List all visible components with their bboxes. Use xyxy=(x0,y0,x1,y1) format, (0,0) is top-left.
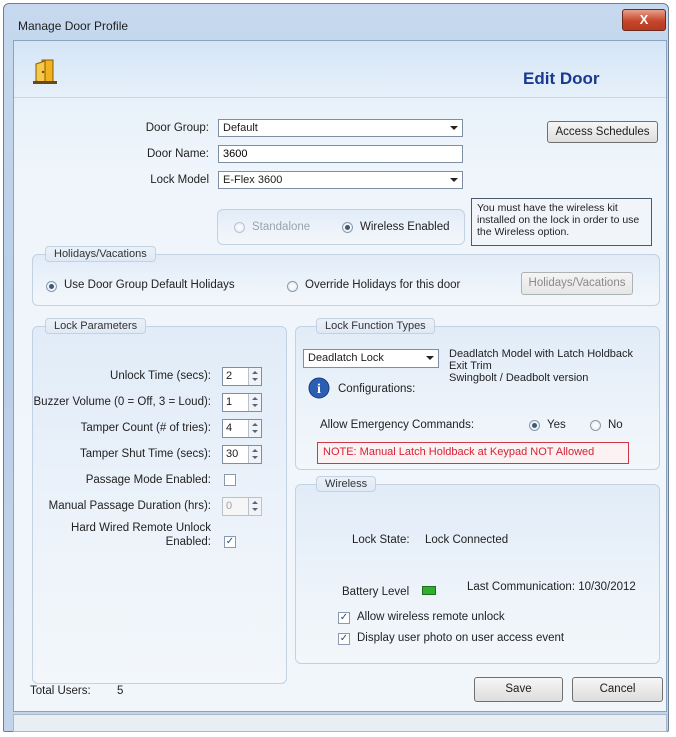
tamper-count-value: 4 xyxy=(226,422,233,434)
lock-parameters-group: Lock Parameters Unlock Time (secs): 2 Bu… xyxy=(32,318,287,684)
header-banner: Edit Door xyxy=(14,41,666,98)
configurations-label: Configurations: xyxy=(338,383,416,395)
emergency-no-radio[interactable] xyxy=(590,420,601,431)
override-holidays-label: Override Holidays for this door xyxy=(305,279,461,291)
passage-mode-label: Passage Mode Enabled: xyxy=(85,474,211,486)
lock-function-select[interactable]: Deadlatch Lock xyxy=(303,349,439,368)
door-name-input[interactable] xyxy=(218,145,463,163)
lock-model-label: Lock Model xyxy=(150,174,209,186)
holidays-vacations-button[interactable]: Holidays/Vacations xyxy=(521,272,633,295)
wireless-title: Wireless xyxy=(316,476,377,492)
unlock-time-value: 2 xyxy=(226,370,233,382)
chevron-down-icon xyxy=(426,356,434,360)
status-bar xyxy=(13,714,667,732)
window-frame: Manage Door Profile X Edit Door Door Gro… xyxy=(3,3,669,732)
tamper-count-label: Tamper Count (# of tries): xyxy=(80,422,211,434)
close-button[interactable]: X xyxy=(622,9,666,31)
emergency-commands-label: Allow Emergency Commands: xyxy=(320,419,475,431)
display-photo-label: Display user photo on user access event xyxy=(357,632,565,644)
display-photo-checkbox[interactable]: ✓ xyxy=(338,633,350,645)
standalone-radio[interactable] xyxy=(234,222,245,233)
manual-passage-duration-stepper[interactable]: 0 xyxy=(222,497,262,516)
total-users-value: 5 xyxy=(117,685,124,697)
door-group-value: Default xyxy=(223,122,258,134)
lock-state-label: Lock State: xyxy=(352,534,410,546)
emergency-yes-label: Yes xyxy=(547,419,566,431)
use-group-holidays-label: Use Door Group Default Holidays xyxy=(64,279,235,291)
cancel-button[interactable]: Cancel xyxy=(572,677,663,702)
tamper-shut-time-value: 30 xyxy=(226,448,239,460)
door-icon xyxy=(33,59,57,84)
holidays-group-title: Holidays/Vacations xyxy=(45,246,156,262)
spin-arrows-icon[interactable] xyxy=(248,368,261,385)
wireless-note: You must have the wireless kit installed… xyxy=(471,198,652,246)
lock-function-value: Deadlatch Lock xyxy=(308,352,384,364)
lock-function-desc-1: Deadlatch Model with Latch Holdback xyxy=(449,348,634,360)
chevron-down-icon xyxy=(450,178,458,182)
use-group-holidays-radio[interactable] xyxy=(46,281,57,292)
lock-function-group: Lock Function Types Deadlatch Lock Deadl… xyxy=(295,318,660,470)
info-glyph: i xyxy=(317,382,321,397)
unlock-time-label: Unlock Time (secs): xyxy=(110,370,211,382)
spin-arrows-icon[interactable] xyxy=(248,498,261,515)
lock-parameters-title: Lock Parameters xyxy=(45,318,147,334)
manual-passage-duration-value: 0 xyxy=(226,500,233,512)
lock-function-desc-3: Swingbolt / Deadbolt version xyxy=(449,372,589,384)
tamper-count-stepper[interactable]: 4 xyxy=(222,419,262,438)
page-title: Edit Door xyxy=(523,69,600,88)
manage-door-profile-window: Manage Door Profile X Edit Door Door Gro… xyxy=(0,0,676,737)
lock-function-desc-2: Exit Trim xyxy=(449,360,492,372)
lock-model-select[interactable]: E-Flex 3600 xyxy=(218,171,463,189)
mode-group: Standalone Wireless Enabled xyxy=(217,209,465,245)
buzzer-volume-value: 1 xyxy=(226,396,233,408)
total-users-label: Total Users: xyxy=(30,685,91,697)
wireless-group: Wireless Lock State: Lock Connected Batt… xyxy=(295,476,660,664)
spin-arrows-icon[interactable] xyxy=(248,420,261,437)
chevron-down-icon xyxy=(450,126,458,130)
lock-state-value: Lock Connected xyxy=(425,534,509,546)
override-holidays-radio[interactable] xyxy=(287,281,298,292)
emergency-yes-radio[interactable] xyxy=(529,420,540,431)
dialog-body: Edit Door Door Group: Default Door Name:… xyxy=(13,40,667,712)
tamper-shut-time-label: Tamper Shut Time (secs): xyxy=(79,448,211,460)
tamper-shut-time-stepper[interactable]: 30 xyxy=(222,445,262,464)
buzzer-volume-stepper[interactable]: 1 xyxy=(222,393,262,412)
buzzer-volume-label: Buzzer Volume (0 = Off, 3 = Loud): xyxy=(33,396,212,408)
spin-arrows-icon[interactable] xyxy=(248,394,261,411)
hard-wired-checkbox[interactable]: ✓ xyxy=(224,536,236,548)
unlock-time-stepper[interactable]: 2 xyxy=(222,367,262,386)
passage-mode-checkbox[interactable] xyxy=(224,474,236,486)
save-button[interactable]: Save xyxy=(474,677,563,702)
allow-remote-unlock-label: Allow wireless remote unlock xyxy=(357,611,505,623)
holidays-group: Holidays/Vacations Use Door Group Defaul… xyxy=(32,246,660,306)
door-name-label: Door Name: xyxy=(147,148,209,160)
standalone-label: Standalone xyxy=(252,221,311,233)
hard-wired-label-line2: Enabled: xyxy=(165,536,211,548)
window-title: Manage Door Profile xyxy=(18,19,129,33)
wireless-enabled-label: Wireless Enabled xyxy=(360,221,450,233)
spin-arrows-icon[interactable] xyxy=(248,446,261,463)
lock-model-value: E-Flex 3600 xyxy=(223,174,283,186)
hard-wired-label-line1: Hard Wired Remote Unlock xyxy=(71,522,211,534)
battery-level-label: Battery Level xyxy=(342,586,410,598)
allow-remote-unlock-checkbox[interactable]: ✓ xyxy=(338,612,350,624)
last-communication: Last Communication: 10/30/2012 xyxy=(467,581,636,593)
info-icon: i xyxy=(308,377,330,399)
door-group-select[interactable]: Default xyxy=(218,119,463,137)
battery-level-indicator xyxy=(422,586,436,595)
wireless-enabled-radio[interactable] xyxy=(342,222,353,233)
latch-holdback-warning: NOTE: Manual Latch Holdback at Keypad NO… xyxy=(317,442,629,464)
manual-passage-duration-label: Manual Passage Duration (hrs): xyxy=(48,500,211,512)
emergency-no-label: No xyxy=(608,419,623,431)
door-group-label: Door Group: xyxy=(145,122,209,134)
access-schedules-button[interactable]: Access Schedules xyxy=(547,121,658,143)
lock-function-title: Lock Function Types xyxy=(316,318,435,334)
